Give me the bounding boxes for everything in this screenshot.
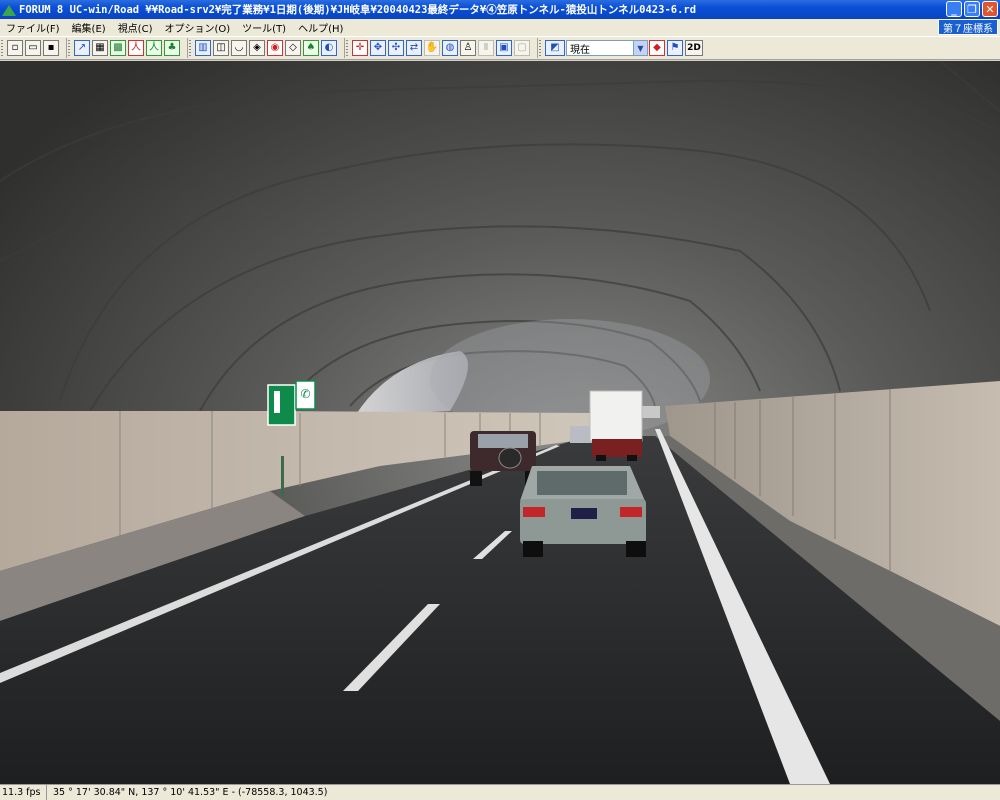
open-folder-icon[interactable]: ▭	[25, 40, 41, 56]
tree-icon[interactable]: ♣	[164, 40, 180, 56]
forum8-logo-icon	[2, 3, 16, 16]
vehicle-settings-icon[interactable]: ◐	[321, 40, 337, 56]
chevron-down-icon[interactable]: ▼	[633, 41, 647, 55]
restore-button[interactable]: ❐	[964, 1, 980, 17]
road-surface-icon[interactable]: ◡	[231, 40, 247, 56]
drive-off-icon[interactable]: ▢	[514, 40, 530, 56]
menu-options[interactable]: オプション(O)	[158, 20, 236, 35]
coordinate-readout: 35 ° 17' 30.84" N, 137 ° 10' 41.53" E - …	[53, 787, 328, 798]
intersection-icon[interactable]: ▩	[110, 40, 126, 56]
pan-icon[interactable]: ✣	[388, 40, 404, 56]
route-icon[interactable]: ◇	[285, 40, 301, 56]
sign-door-glyph	[274, 391, 280, 413]
toolbar: ▫ ▭ ▪ ↗ ▦ ▩ 人 人 ♣ ▥ ◫ ◡ ◈ ◉ ◇ ♠ ◐ ✛ ✥ ✣ …	[0, 36, 1000, 60]
sign-pole	[281, 456, 284, 496]
map-icon[interactable]: ◫	[213, 40, 229, 56]
suv-window	[478, 434, 528, 448]
emergency-exit-sign	[267, 384, 296, 426]
globe-icon[interactable]: ◍	[442, 40, 458, 56]
road-plan-icon[interactable]: ↗	[74, 40, 90, 56]
save-disk-icon[interactable]: ▪	[43, 40, 59, 56]
suv-spare-tire	[498, 447, 522, 469]
coordinate-system-badge[interactable]: 第７座標系	[938, 19, 998, 35]
sedan-license-plate	[571, 508, 597, 519]
building-icon[interactable]: ▥	[195, 40, 211, 56]
menu-file[interactable]: ファイル(F)	[0, 20, 66, 35]
pause-icon[interactable]: Ⅱ	[478, 40, 494, 56]
menu-edit[interactable]: 編集(E)	[66, 20, 112, 35]
tunnel-scene: ✆	[0, 61, 1000, 784]
flag-icon[interactable]: ⚑	[667, 40, 683, 56]
sedan-taillight-right	[620, 507, 642, 517]
menu-view[interactable]: 視点(C)	[112, 20, 159, 35]
sedan-taillight-left	[523, 507, 545, 517]
walk-icon[interactable]: ♙	[460, 40, 476, 56]
truck-wheel-right	[627, 455, 637, 461]
truck-box	[589, 390, 643, 442]
sedan-wheel-left	[523, 541, 543, 557]
camera-view-icon[interactable]: ◩	[545, 40, 565, 56]
view-select[interactable]: 現在 ▼	[566, 40, 648, 56]
new-file-icon[interactable]: ▫	[7, 40, 23, 56]
far-vehicle	[640, 406, 660, 418]
record-icon[interactable]: ◆	[649, 40, 665, 56]
person-icon[interactable]: 人	[128, 40, 144, 56]
car-view-icon[interactable]: ⇄	[406, 40, 422, 56]
toolbar-group-file: ▫ ▭ ▪	[0, 38, 64, 58]
move-icon[interactable]: ✥	[370, 40, 386, 56]
hand-icon[interactable]: ✋	[424, 40, 440, 56]
view-select-value: 現在	[570, 44, 590, 56]
sedan-body	[520, 499, 646, 544]
suv-wheel-left	[470, 471, 482, 486]
title-bar[interactable]: FORUM 8 UC-win/Road ¥¥Road-srv2¥完了業務¥1日期…	[0, 0, 1000, 19]
sedan-rear-window	[537, 471, 627, 495]
truck-rear	[592, 439, 642, 457]
compass-icon[interactable]: ✛	[352, 40, 368, 56]
mode-2d-button[interactable]: 2D	[685, 40, 703, 56]
landscape-icon[interactable]: ♠	[303, 40, 319, 56]
status-bar: 11.3 fps 35 ° 17' 30.84" N, 137 ° 10' 41…	[0, 784, 1000, 800]
minimize-button[interactable]: _	[946, 1, 962, 17]
texture-icon[interactable]: ◈	[249, 40, 265, 56]
toolbar-group-model: ▥ ◫ ◡ ◈ ◉ ◇ ♠ ◐	[187, 38, 342, 58]
pedestrian-icon[interactable]: 人	[146, 40, 162, 56]
sedan-wheel-right	[626, 541, 646, 557]
traffic-icon[interactable]: ◉	[267, 40, 283, 56]
menu-tools[interactable]: ツール(T)	[236, 20, 292, 35]
drive-car-icon[interactable]: ▣	[496, 40, 512, 56]
fps-readout: 11.3 fps	[0, 785, 47, 800]
toolbar-group-edit: ↗ ▦ ▩ 人 人 ♣	[66, 38, 185, 58]
toolbar-group-navigation: ✛ ✥ ✣ ⇄ ✋ ◍ ♙ Ⅱ ▣ ▢	[344, 38, 535, 58]
phone-icon: ✆	[300, 387, 310, 401]
close-button[interactable]: ✕	[982, 1, 998, 17]
truck-wheel-left	[596, 455, 606, 461]
window-title: FORUM 8 UC-win/Road ¥¥Road-srv2¥完了業務¥1日期…	[19, 4, 697, 16]
cross-section-icon[interactable]: ▦	[92, 40, 108, 56]
menu-help[interactable]: ヘルプ(H)	[292, 20, 349, 35]
toolbar-group-view: ◩ 現在 ▼ ◆ ⚑ 2D	[537, 38, 708, 58]
3d-viewport[interactable]: ✆	[0, 61, 1000, 784]
menu-bar: ファイル(F) 編集(E) 視点(C) オプション(O) ツール(T) ヘルプ(…	[0, 19, 1000, 36]
